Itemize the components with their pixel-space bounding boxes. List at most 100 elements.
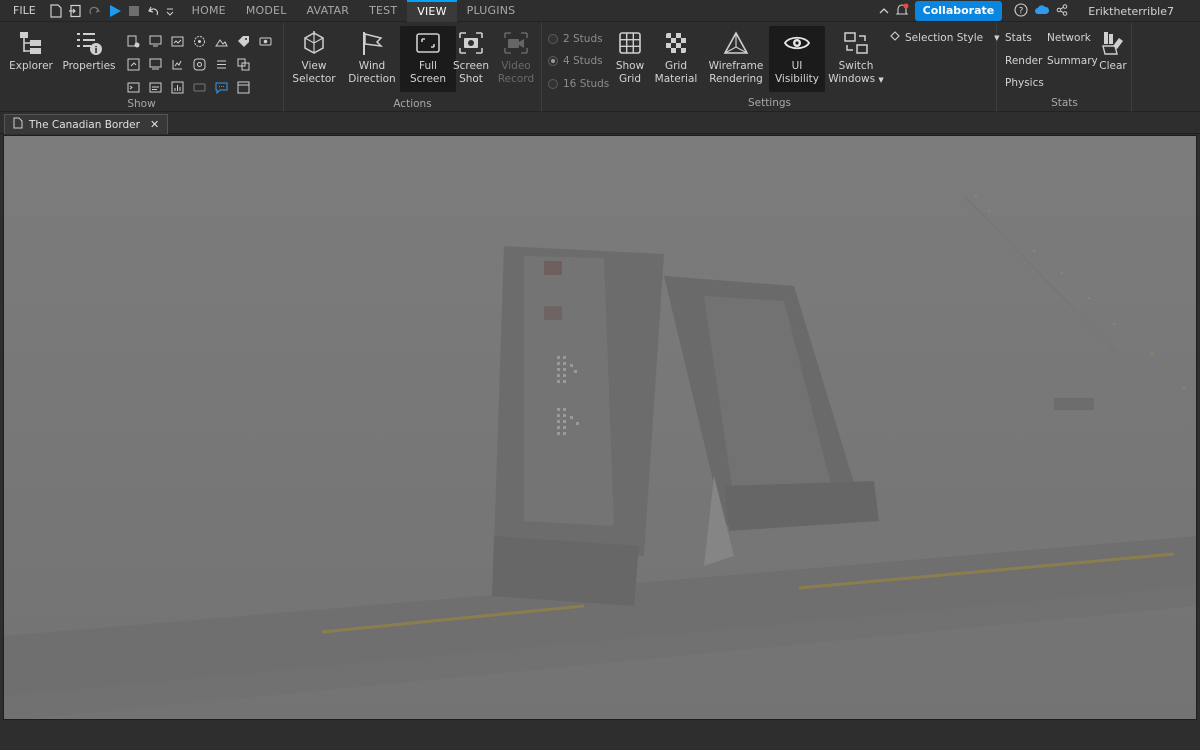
notification-icon[interactable] — [895, 3, 909, 20]
tag-editor-icon[interactable] — [232, 30, 254, 52]
team-create-icon[interactable] — [144, 53, 166, 75]
group-label-stats: Stats — [1051, 97, 1078, 109]
asset-manager-icon[interactable] — [144, 30, 166, 52]
group-actions: View Selector Wind Direction Full Screen… — [284, 22, 542, 112]
micro-profiler-icon[interactable] — [166, 76, 188, 98]
script-performance-icon[interactable] — [166, 53, 188, 75]
eye-icon — [769, 26, 825, 60]
foggy-scene — [4, 136, 1196, 719]
stud-option-4[interactable]: 4 Studs — [548, 52, 603, 70]
viewport-3d[interactable] — [3, 135, 1197, 720]
close-icon[interactable]: ✕ — [150, 118, 159, 131]
clear-stats-button[interactable]: Clear — [1094, 26, 1132, 92]
checker-icon — [648, 26, 704, 60]
help-icon[interactable]: ? — [1014, 2, 1028, 20]
properties-button[interactable]: i Properties — [60, 26, 118, 92]
game-explorer-icon[interactable] — [254, 30, 276, 52]
group-label-actions: Actions — [393, 98, 432, 110]
stud-option-2[interactable]: 2 Studs — [548, 30, 603, 48]
ribbon: Explorer i Properties Show View Selector… — [0, 22, 1200, 112]
physics-toggle[interactable]: Physics — [1005, 77, 1044, 89]
svg-text:?: ? — [1019, 6, 1024, 16]
view-selector-icon — [286, 26, 342, 60]
empty-slot — [254, 76, 276, 98]
tab-avatar[interactable]: AVATAR — [297, 0, 360, 22]
cloud-icon[interactable] — [1034, 4, 1050, 19]
switch-windows-button[interactable]: Switch Windows ▼ — [828, 26, 884, 92]
group-label-settings: Settings — [747, 97, 792, 109]
play-icon[interactable] — [108, 4, 122, 18]
share-icon[interactable] — [1056, 3, 1068, 19]
username[interactable]: Eriktheterrible7 — [1074, 5, 1200, 18]
place-file-icon — [13, 117, 23, 132]
render-toggle[interactable]: Render — [1005, 55, 1042, 67]
selection-style-dropdown[interactable]: Selection Style ▼ — [890, 31, 1000, 44]
tab-view[interactable]: VIEW — [407, 0, 457, 22]
toolbox-icon[interactable] — [122, 30, 144, 52]
breakpoints-icon[interactable] — [232, 53, 254, 75]
chat-icon[interactable] — [210, 76, 232, 98]
window-red — [544, 306, 562, 320]
diamond-icon — [890, 31, 900, 44]
radio-2-studs[interactable] — [548, 34, 558, 44]
summary-toggle[interactable]: Summary — [1047, 55, 1098, 67]
script-analysis-icon[interactable] — [188, 30, 210, 52]
building-base-left — [492, 536, 639, 606]
window-red — [544, 261, 562, 275]
device-emulator-icon[interactable] — [188, 76, 210, 98]
stats-toggle[interactable]: Stats — [1005, 32, 1032, 44]
undo-icon[interactable] — [146, 4, 160, 18]
tab-plugins[interactable]: PLUGINS — [457, 0, 526, 22]
wireframe-rendering-button[interactable]: Wireframe Rendering — [706, 26, 766, 92]
new-file-icon[interactable] — [50, 3, 62, 18]
view-selector-button[interactable]: View Selector — [286, 26, 342, 92]
document-tab-bar: The Canadian Border ✕ — [0, 112, 1200, 134]
wireframe-icon — [706, 26, 766, 60]
output-icon[interactable] — [166, 30, 188, 52]
menu-bar: FILE HOME MODEL AVATAR TEST VIEW PLUGINS… — [0, 0, 1200, 22]
import-icon[interactable] — [68, 4, 82, 18]
dropdown-icon[interactable] — [166, 6, 174, 16]
tab-home[interactable]: HOME — [182, 0, 236, 22]
explorer-icon — [4, 26, 58, 60]
video-camera-icon — [488, 26, 544, 60]
explorer-button[interactable]: Explorer — [4, 26, 58, 92]
show-toggles-grid — [122, 30, 276, 98]
terrain-editor-icon[interactable] — [210, 30, 232, 52]
ribbon-tabs: HOME MODEL AVATAR TEST VIEW PLUGINS — [182, 0, 526, 22]
tab-test[interactable]: TEST — [359, 0, 407, 22]
find-results-icon[interactable] — [188, 53, 210, 75]
radio-4-studs[interactable] — [548, 56, 558, 66]
status-bar — [0, 721, 1200, 750]
properties-icon: i — [60, 26, 118, 60]
radio-16-studs[interactable] — [548, 79, 558, 89]
document-tab[interactable]: The Canadian Border ✕ — [4, 114, 169, 134]
tab-model[interactable]: MODEL — [236, 0, 297, 22]
file-menu[interactable]: FILE — [0, 4, 50, 17]
group-show: Explorer i Properties Show — [0, 22, 284, 112]
properties-panel-icon[interactable] — [232, 76, 254, 98]
group-label-show: Show — [127, 98, 156, 110]
collaborate-button[interactable]: Collaborate — [914, 1, 1003, 21]
menubar-right: Collaborate ? Eriktheterrible7 — [879, 0, 1200, 22]
quick-access-toolbar — [50, 3, 182, 18]
watch-icon[interactable] — [144, 76, 166, 98]
redo-icon[interactable] — [88, 4, 102, 18]
distant-structure — [1054, 398, 1094, 410]
chevron-down-icon: ▼ — [878, 76, 884, 84]
grid-material-button[interactable]: Grid Material — [648, 26, 704, 92]
context-icon[interactable] — [122, 53, 144, 75]
wind-direction-button[interactable]: Wind Direction — [344, 26, 400, 92]
network-toggle[interactable]: Network — [1047, 32, 1091, 44]
call-stack-icon[interactable] — [210, 53, 232, 75]
building-roof-left — [524, 256, 614, 526]
video-record-button: Video Record — [488, 26, 544, 92]
stud-option-16[interactable]: 16 Studs — [548, 75, 609, 93]
stop-icon[interactable] — [128, 5, 140, 17]
svg-text:i: i — [94, 46, 97, 56]
collapse-icon[interactable] — [879, 5, 889, 18]
document-tab-title: The Canadian Border — [29, 118, 140, 131]
ui-visibility-button[interactable]: UI Visibility — [769, 26, 825, 92]
command-bar-icon[interactable] — [122, 76, 144, 98]
wind-flag-icon — [344, 26, 400, 60]
